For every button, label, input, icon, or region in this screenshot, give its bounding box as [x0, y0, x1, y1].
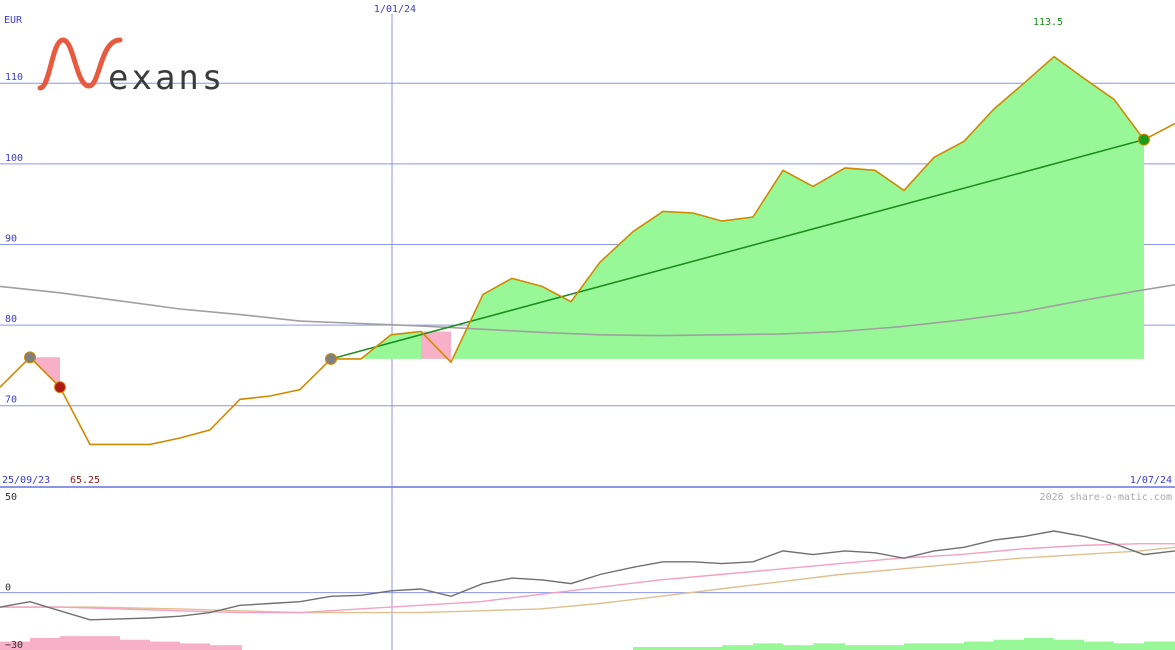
y-tick-100: 100 — [5, 153, 23, 164]
osc-bar-14 — [783, 645, 813, 650]
osc-bar-12 — [722, 645, 753, 650]
marker-pivot-3 — [325, 352, 337, 365]
osc-bar-13 — [753, 643, 783, 650]
osc-bar-5 — [120, 639, 150, 650]
y-tick-90: 90 — [5, 233, 17, 244]
unit-label: EUR — [4, 15, 23, 26]
oscillator-bars — [0, 636, 1175, 650]
oscillator-axis-ticks: −30 0 50 — [5, 492, 23, 650]
high-value-label: 113.5 — [1033, 17, 1063, 28]
osc-bar-24 — [1084, 641, 1114, 650]
y-tick-110: 110 — [5, 72, 23, 83]
osc-bar-18 — [904, 643, 934, 650]
osc-bar-4 — [90, 636, 120, 650]
x-label-end: 1/07/24 — [1130, 475, 1172, 486]
osc-tick--30: −30 — [5, 640, 23, 650]
stock-chart: 70 80 90 100 110 EUR 1/01/24 25/09/23 1/07/2… — [0, 4, 1175, 650]
osc-bar-2 — [30, 637, 60, 650]
osc-bar-26 — [1144, 641, 1175, 650]
osc-bar-17 — [875, 645, 904, 650]
watermark: 2026 share-o-matic.com — [1040, 492, 1172, 503]
osc-bar-19 — [934, 643, 964, 650]
gain-area — [331, 56, 1144, 359]
marker-pivot-1 — [24, 351, 36, 364]
logo-wordmark: exans — [108, 58, 225, 98]
osc-line-grey — [0, 530, 1175, 621]
price-fill-areas — [30, 56, 1144, 388]
company-logo: exans — [37, 37, 225, 98]
osc-bar-21 — [994, 639, 1024, 650]
x-label-mid: 1/01/24 — [374, 4, 416, 15]
osc-bar-3 — [60, 636, 90, 650]
osc-bar-25 — [1114, 643, 1144, 650]
price-axis-ticks: 70 80 90 100 110 — [5, 72, 23, 405]
osc-bar-16 — [845, 645, 875, 650]
osc-bar-8 — [210, 645, 242, 650]
osc-bar-15 — [813, 643, 845, 650]
osc-bar-20 — [964, 641, 994, 650]
y-tick-70: 70 — [5, 395, 17, 406]
osc-bar-22 — [1024, 637, 1054, 650]
marker-sell-2 — [54, 381, 66, 394]
marker-buy-4 — [1138, 133, 1150, 146]
x-label-start: 25/09/23 — [2, 475, 50, 486]
low-value-label: 65.25 — [70, 475, 100, 486]
osc-tick-50: 50 — [5, 492, 17, 503]
osc-bar-6 — [150, 641, 180, 650]
osc-bar-7 — [180, 643, 210, 650]
osc-tick-0: 0 — [5, 583, 11, 594]
oscillator-lines — [0, 530, 1175, 621]
y-tick-80: 80 — [5, 314, 17, 325]
osc-line-tan — [0, 546, 1175, 614]
osc-bar-23 — [1054, 639, 1084, 650]
